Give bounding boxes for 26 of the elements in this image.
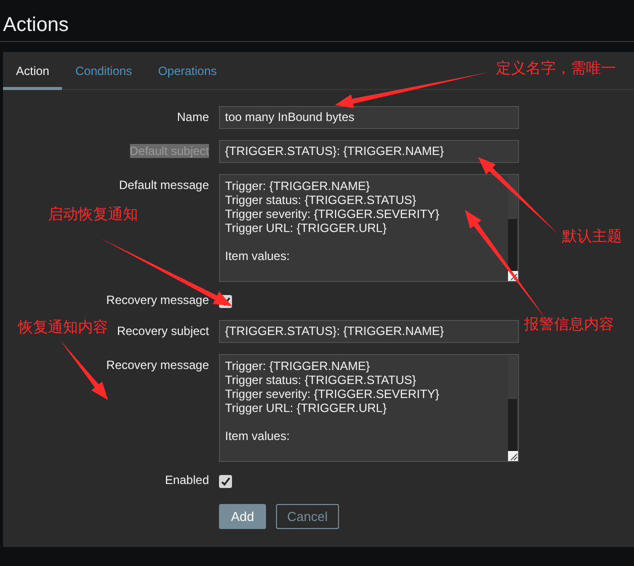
field-label: Recovery message <box>106 293 209 307</box>
annotation-text: 定义名字，需唯一 <box>496 60 616 78</box>
cancel-button[interactable]: Cancel <box>276 504 339 529</box>
annotation-arrow <box>60 340 108 400</box>
annotation-text: 恢复通知内容 <box>18 319 108 337</box>
message-field[interactable]: Trigger: {TRIGGER.NAME} Trigger status: {TRIGGER.STATUS} Trigger severity: {TRIGGER.SEVERITY} Trigger URL: {TRIGGER.URL} Item values: <box>219 174 519 282</box>
field-label: Recovery subject <box>116 323 209 340</box>
input-field[interactable]: too many InBound bytes <box>219 106 519 129</box>
scrollbar[interactable] <box>508 176 517 272</box>
tab[interactable]: Action <box>3 52 62 90</box>
checkbox[interactable] <box>219 475 232 488</box>
resize-grip-icon[interactable] <box>508 451 518 461</box>
tab[interactable]: Conditions <box>62 52 146 90</box>
message-field[interactable]: Trigger: {TRIGGER.NAME} Trigger status: {TRIGGER.STATUS} Trigger severity: {TRIGGER.SEVERITY} Trigger URL: {TRIGGER.URL} Item values: <box>219 354 519 462</box>
input-field[interactable]: {TRIGGER.STATUS}: {TRIGGER.NAME} <box>219 140 519 163</box>
tab[interactable]: Operations <box>145 52 230 90</box>
annotation-text: 报警信息内容 <box>524 316 614 334</box>
scrollbar[interactable] <box>508 356 517 452</box>
field-label: Recovery message <box>106 357 209 374</box>
annotation-text: 默认主题 <box>562 228 622 246</box>
page-title: Actions <box>3 13 69 37</box>
field-label: Default message <box>118 177 209 194</box>
input-field[interactable]: {TRIGGER.STATUS}: {TRIGGER.NAME} <box>219 320 519 343</box>
field-label: Enabled <box>164 473 209 487</box>
field-label: Name <box>176 109 209 126</box>
annotation-text: 启动恢复通知 <box>48 206 138 224</box>
